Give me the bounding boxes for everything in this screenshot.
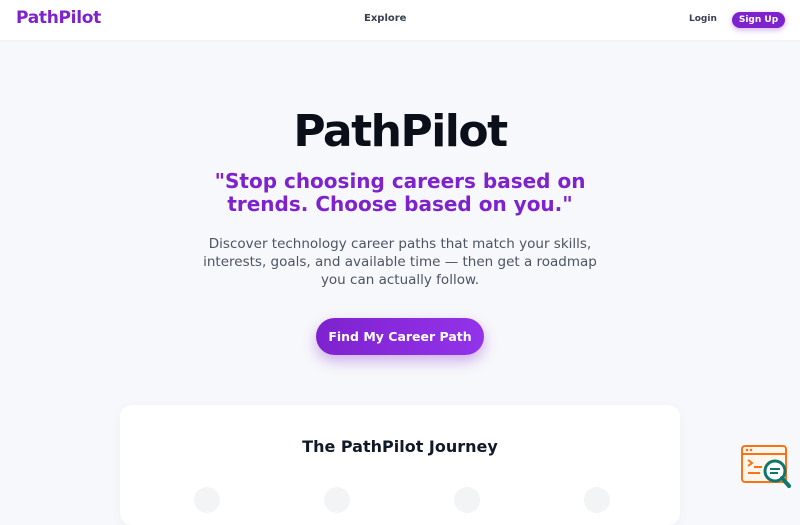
hero-description: Discover technology career paths that ma… <box>203 236 597 288</box>
journey-title: The PathPilot Journey <box>302 437 498 456</box>
signup-button[interactable]: Sign Up <box>732 12 785 28</box>
nav-explore-link[interactable]: Explore <box>364 13 406 24</box>
brand-logo[interactable]: PathPilot <box>16 8 101 28</box>
find-career-path-button[interactable]: Find My Career Path <box>316 318 484 355</box>
journey-step-marker <box>454 487 480 513</box>
helper-widget-svg <box>741 445 791 488</box>
nav-login-link[interactable]: Login <box>689 14 717 24</box>
journey-step-marker <box>584 487 610 513</box>
top-navbar: PathPilot Explore Login Sign Up <box>0 0 800 40</box>
code-window-search-icon[interactable] <box>740 444 792 490</box>
hero-title: PathPilot <box>293 106 508 157</box>
journey-step-marker <box>324 487 350 513</box>
journey-step-marker <box>194 487 220 513</box>
journey-card: The PathPilot Journey <box>120 405 680 525</box>
hero-quote: "Stop choosing careers based on trends. … <box>214 169 586 216</box>
